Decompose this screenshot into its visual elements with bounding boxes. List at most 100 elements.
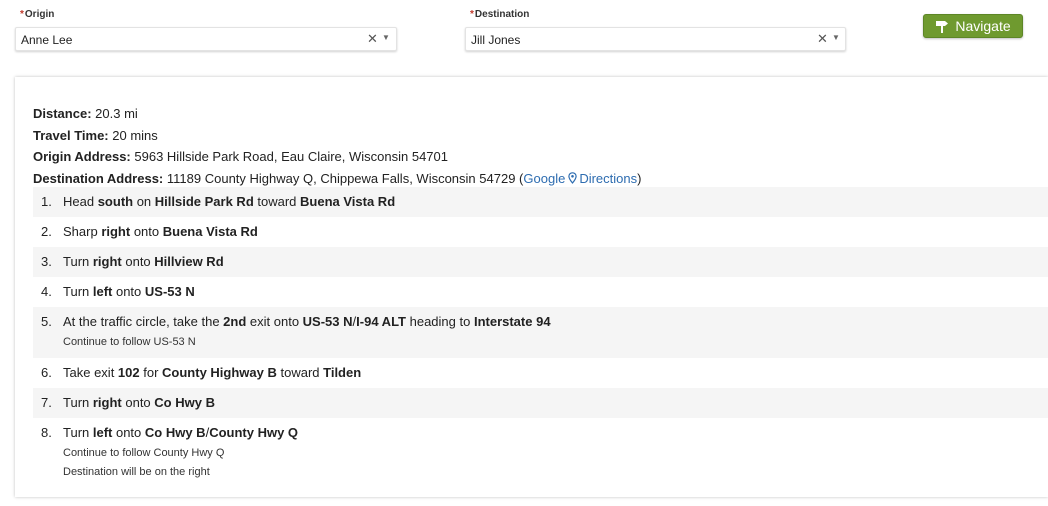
step-instruction-text: onto bbox=[112, 425, 145, 440]
destination-address-value: 11189 County Highway Q, Chippewa Falls, … bbox=[166, 170, 516, 186]
destination-required-mark: * bbox=[470, 9, 474, 20]
step-instruction-emphasis: south bbox=[97, 194, 134, 209]
step-instruction-emphasis: 102 bbox=[117, 365, 140, 380]
step-instruction-emphasis: I-94 ALT bbox=[356, 314, 406, 329]
destination-chevron-down-icon[interactable]: ▼ bbox=[832, 33, 840, 42]
step-instruction-text: onto bbox=[121, 254, 155, 269]
signpost-icon bbox=[935, 19, 949, 33]
step-instruction: Turn right onto Hillview Rd bbox=[63, 254, 224, 269]
direction-step: 4. Turn left onto US-53 N bbox=[33, 277, 1048, 307]
step-instruction-text: heading to bbox=[406, 314, 474, 329]
step-instruction: Turn left onto US-53 N bbox=[63, 284, 195, 299]
step-note: Continue to follow County Hwy Q bbox=[63, 447, 225, 459]
step-number: 8. bbox=[41, 425, 52, 440]
origin-address-value: 5963 Hillside Park Road, Eau Claire, Wis… bbox=[134, 149, 448, 164]
destination-value: Jill Jones bbox=[471, 33, 521, 47]
step-number: 1. bbox=[41, 194, 52, 209]
step-instruction-emphasis: right bbox=[92, 395, 122, 410]
distance-label: Distance: bbox=[33, 106, 92, 121]
step-instruction-emphasis: 2nd bbox=[223, 314, 247, 329]
step-instruction-emphasis: Hillview Rd bbox=[154, 254, 224, 269]
step-number: 6. bbox=[41, 365, 52, 380]
step-instruction-text: Take exit bbox=[63, 365, 118, 380]
step-instruction: At the traffic circle, take the 2nd exit… bbox=[63, 314, 551, 329]
step-instruction-emphasis: County Hwy Q bbox=[209, 425, 299, 440]
step-number: 4. bbox=[41, 284, 52, 299]
direction-step: 7. Turn right onto Co Hwy B bbox=[33, 388, 1048, 418]
step-instruction-emphasis: Co Hwy B bbox=[144, 425, 206, 440]
distance-value: 20.3 mi bbox=[95, 106, 138, 121]
navigate-button-label: Navigate bbox=[955, 18, 1011, 34]
origin-value: Anne Lee bbox=[21, 33, 73, 47]
step-instruction-emphasis: Tilden bbox=[323, 365, 362, 380]
step-note: Destination will be on the right bbox=[63, 466, 210, 478]
origin-address-label: Origin Address: bbox=[33, 149, 131, 164]
step-instruction-text: At the traffic circle, take the bbox=[63, 314, 224, 329]
step-instruction-emphasis: Buena Vista Rd bbox=[162, 224, 258, 239]
step-instruction-text: toward bbox=[276, 365, 324, 380]
step-number: 7. bbox=[41, 395, 52, 410]
step-instruction: Turn left onto Co Hwy B/County Hwy Q bbox=[63, 425, 298, 440]
destination-label: *Destination bbox=[470, 9, 529, 20]
destination-select[interactable]: Jill Jones ✕ ▼ bbox=[465, 27, 846, 51]
origin-chevron-down-icon[interactable]: ▼ bbox=[382, 33, 390, 42]
step-instruction-emphasis: Co Hwy B bbox=[154, 395, 215, 410]
google-link-text: Google bbox=[523, 170, 566, 186]
direction-step: 8. Turn left onto Co Hwy B/County Hwy Q Co… bbox=[33, 418, 1048, 488]
step-instruction: Head south on Hillside Park Rd toward Bu… bbox=[63, 194, 395, 209]
direction-step: 5. At the traffic circle, take the 2nd ex… bbox=[33, 307, 1048, 358]
step-instruction-emphasis: County Highway B bbox=[162, 365, 277, 380]
step-instruction-emphasis: right bbox=[101, 224, 131, 239]
travel-time-row: Travel Time: 20 mins bbox=[33, 125, 641, 147]
origin-label: *Origin bbox=[20, 9, 54, 20]
step-instruction-text: Head bbox=[63, 194, 98, 209]
step-note: Continue to follow US-53 N bbox=[63, 336, 196, 348]
destination-label-text: Destination bbox=[474, 9, 530, 20]
distance-row: Distance: 20.3 mi bbox=[33, 103, 641, 125]
step-instruction-text: onto bbox=[121, 395, 155, 410]
origin-clear-icon[interactable]: ✕ bbox=[367, 31, 378, 47]
step-instruction-text: Turn bbox=[63, 425, 93, 440]
navigate-button[interactable]: Navigate bbox=[923, 14, 1023, 38]
step-instruction-emphasis: right bbox=[92, 254, 122, 269]
route-summary: Distance: 20.3 mi Travel Time: 20 mins O… bbox=[33, 103, 641, 190]
step-instruction-text: Turn bbox=[63, 284, 93, 299]
directions-link-text: Directions bbox=[579, 170, 638, 186]
step-instruction-text: Turn bbox=[63, 395, 93, 410]
directions-card: Distance: 20.3 mi Travel Time: 20 mins O… bbox=[15, 77, 1048, 497]
travel-time-value: 20 mins bbox=[112, 127, 158, 143]
direction-step: 1. Head south on Hillside Park Rd toward … bbox=[33, 187, 1048, 217]
direction-step: 6. Take exit 102 for County Highway B tow… bbox=[33, 358, 1048, 388]
step-instruction-emphasis: US-53 N bbox=[144, 284, 195, 299]
step-instruction-emphasis: US-53 N bbox=[302, 314, 353, 329]
step-instruction-text: for bbox=[139, 365, 163, 380]
step-number: 2. bbox=[41, 224, 52, 239]
travel-time-label: Travel Time: bbox=[33, 127, 109, 143]
directions-step-list: 1. Head south on Hillside Park Rd toward … bbox=[33, 187, 1048, 488]
origin-label-text: Origin bbox=[24, 9, 55, 20]
direction-step: 2. Sharp right onto Buena Vista Rd bbox=[33, 217, 1048, 247]
destination-address-label: Destination Address: bbox=[33, 170, 164, 186]
step-instruction: Sharp right onto Buena Vista Rd bbox=[63, 224, 258, 239]
step-instruction: Turn right onto Co Hwy B bbox=[63, 395, 215, 410]
step-instruction-emphasis: Interstate 94 bbox=[473, 314, 551, 329]
step-instruction-text: onto bbox=[112, 284, 145, 299]
step-instruction-text: toward bbox=[253, 194, 301, 209]
origin-address-row: Origin Address: 5963 Hillside Park Road,… bbox=[33, 146, 641, 168]
step-instruction-text: Sharp bbox=[63, 224, 102, 239]
step-instruction-emphasis: left bbox=[92, 284, 113, 299]
origin-select[interactable]: Anne Lee ✕ ▼ bbox=[15, 27, 397, 51]
step-instruction-text: Turn bbox=[63, 254, 93, 269]
step-instruction-text: on bbox=[133, 194, 155, 209]
step-number: 5. bbox=[41, 314, 52, 329]
step-instruction-text: onto bbox=[130, 224, 163, 239]
step-instruction-emphasis: left bbox=[92, 425, 113, 440]
step-instruction-text: exit onto bbox=[246, 314, 303, 329]
step-number: 3. bbox=[41, 254, 52, 269]
step-instruction-emphasis: Buena Vista Rd bbox=[300, 194, 396, 209]
origin-required-mark: * bbox=[20, 9, 24, 20]
step-instruction-emphasis: Hillside Park Rd bbox=[154, 194, 254, 209]
google-directions-link[interactable]: Google Directions bbox=[523, 171, 637, 186]
direction-step: 3. Turn right onto Hillview Rd bbox=[33, 247, 1048, 277]
destination-clear-icon[interactable]: ✕ bbox=[817, 31, 828, 47]
